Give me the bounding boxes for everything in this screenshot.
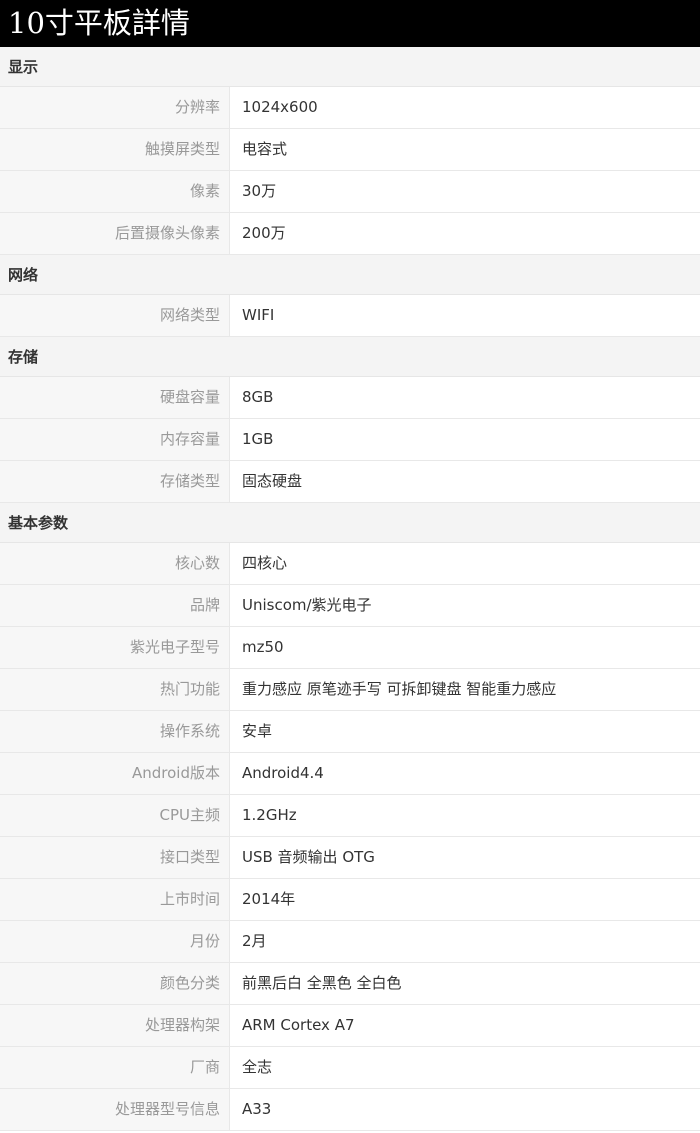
section-header: 显示 <box>0 47 700 87</box>
spec-label: 分辨率 <box>0 87 230 128</box>
spec-label: 像素 <box>0 171 230 212</box>
spec-value: Android4.4 <box>242 764 324 782</box>
spec-label: 网络类型 <box>0 295 230 336</box>
spec-label: Android版本 <box>0 753 230 794</box>
spec-value: 前黑后白 全黑色 全白色 <box>242 974 402 992</box>
section-header: 网络 <box>0 255 700 295</box>
spec-row: 像素 30万 <box>0 171 700 213</box>
spec-row: 颜色分类 前黑后白 全黑色 全白色 <box>0 963 700 1005</box>
spec-label: 后置摄像头像素 <box>0 213 230 254</box>
spec-label: 厂商 <box>0 1047 230 1088</box>
spec-value: 8GB <box>242 388 274 406</box>
spec-row: 触摸屏类型 电容式 <box>0 129 700 171</box>
spec-label: 品牌 <box>0 585 230 626</box>
spec-label: 紫光电子型号 <box>0 627 230 668</box>
spec-row: 后置摄像头像素 200万 <box>0 213 700 255</box>
spec-label: 月份 <box>0 921 230 962</box>
spec-value: 四核心 <box>242 554 288 572</box>
spec-label: 操作系统 <box>0 711 230 752</box>
spec-label: 存储类型 <box>0 461 230 502</box>
spec-table: 显示 分辨率 1024x600 触摸屏类型 电容式 像素 30万 后置摄像头像素 200万网络网… <box>0 47 700 1131</box>
spec-value: 30万 <box>242 182 277 200</box>
section-header: 存储 <box>0 337 700 377</box>
spec-label: 硬盘容量 <box>0 377 230 418</box>
spec-label: 核心数 <box>0 543 230 584</box>
spec-row: 紫光电子型号 mz50 <box>0 627 700 669</box>
spec-label: 处理器构架 <box>0 1005 230 1046</box>
spec-row: 操作系统 安卓 <box>0 711 700 753</box>
spec-value: 1GB <box>242 430 274 448</box>
spec-value: 固态硬盘 <box>242 472 303 490</box>
spec-row: 硬盘容量 8GB <box>0 377 700 419</box>
spec-row: 网络类型 WIFI <box>0 295 700 337</box>
spec-value: 安卓 <box>242 722 273 740</box>
spec-row: 内存容量 1GB <box>0 419 700 461</box>
spec-row: 分辨率 1024x600 <box>0 87 700 129</box>
section-header: 基本参数 <box>0 503 700 543</box>
spec-label: 接口类型 <box>0 837 230 878</box>
spec-label: 上市时间 <box>0 879 230 920</box>
spec-row: 厂商 全志 <box>0 1047 700 1089</box>
spec-row: 接口类型 USB 音频输出 OTG <box>0 837 700 879</box>
page-title: 10寸平板詳情 <box>0 0 700 47</box>
spec-label: CPU主频 <box>0 795 230 836</box>
spec-row: 存储类型 固态硬盘 <box>0 461 700 503</box>
spec-value: USB 音频输出 OTG <box>242 848 375 866</box>
spec-label: 颜色分类 <box>0 963 230 1004</box>
spec-row: 热门功能 重力感应 原笔迹手写 可拆卸键盘 智能重力感应 <box>0 669 700 711</box>
spec-row: 品牌 Uniscom/紫光电子 <box>0 585 700 627</box>
spec-row: 处理器构架 ARM Cortex A7 <box>0 1005 700 1047</box>
spec-value: 200万 <box>242 224 286 242</box>
spec-label: 内存容量 <box>0 419 230 460</box>
spec-value: 2月 <box>242 932 267 950</box>
spec-row: CPU主频 1.2GHz <box>0 795 700 837</box>
spec-value: 全志 <box>242 1058 273 1076</box>
spec-value: Uniscom/紫光电子 <box>242 596 372 614</box>
spec-value: mz50 <box>242 638 284 656</box>
spec-row: 月份 2月 <box>0 921 700 963</box>
spec-value: A33 <box>242 1100 272 1118</box>
spec-row: Android版本 Android4.4 <box>0 753 700 795</box>
spec-value: 重力感应 原笔迹手写 可拆卸键盘 智能重力感应 <box>242 680 557 698</box>
spec-row: 核心数 四核心 <box>0 543 700 585</box>
spec-value: 电容式 <box>242 140 288 158</box>
spec-label: 处理器型号信息 <box>0 1089 230 1130</box>
spec-value: 1024x600 <box>242 98 318 116</box>
spec-label: 触摸屏类型 <box>0 129 230 170</box>
spec-value: 2014年 <box>242 890 296 908</box>
spec-row: 处理器型号信息 A33 <box>0 1089 700 1131</box>
spec-value: 1.2GHz <box>242 806 297 824</box>
spec-row: 上市时间 2014年 <box>0 879 700 921</box>
spec-value: ARM Cortex A7 <box>242 1016 355 1034</box>
spec-value: WIFI <box>242 306 275 324</box>
spec-label: 热门功能 <box>0 669 230 710</box>
